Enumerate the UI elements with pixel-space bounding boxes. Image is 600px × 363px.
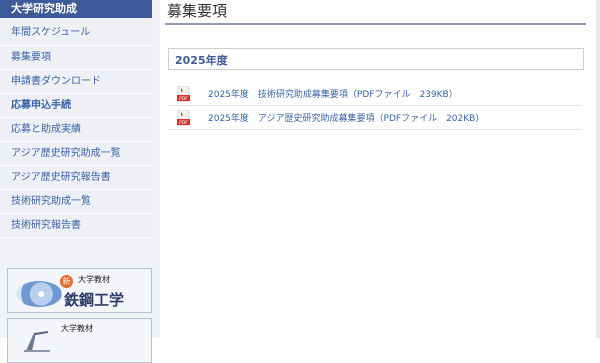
sidebar: 大学研究助成 年間スケジュール 募集要項 申請書ダウンロード 応募申込手続 応募… [0,0,160,363]
document-list: PDF 2025年度 技術研究助成募集要項（PDFファイル 239KB） PDF… [168,82,581,130]
svg-text:PDF: PDF [179,96,188,102]
main-content: 募集要項 2025年度 PDF 2025年度 技術研究助成募集要項（PDFファイ… [165,0,600,338]
sidebar-item-download[interactable]: 申請書ダウンロード [0,70,152,94]
sidebar-item-tech-reports[interactable]: 技術研究報告書 [0,214,152,238]
banner-textbook[interactable]: 大学教材 [7,318,152,363]
sidebar-title: 大学研究助成 [0,0,152,18]
banner-title: 鉄鋼工学 [64,291,125,309]
sidebar-item-asia-list[interactable]: アジア歴史研究助成一覧 [0,142,152,166]
new-badge: 新 [60,275,73,288]
year-section-header: 2025年度 [168,48,584,70]
sidebar-item-tech-list[interactable]: 技術研究助成一覧 [0,190,152,214]
year-label: 2025年度 [175,54,228,67]
sidebar-item-schedule[interactable]: 年間スケジュール [0,20,152,46]
sidebar-item-guidelines[interactable]: 募集要項 [0,46,152,70]
title-divider [165,23,586,25]
sidebar-item-application[interactable]: 応募申込手続 [0,94,152,118]
banner-subtitle: 大学教材 [78,275,110,284]
tower-icon [24,331,50,352]
disc-graphic-icon [16,281,62,307]
pdf-icon[interactable]: PDF [177,86,190,102]
svg-text:PDF: PDF [179,120,188,126]
pdf-icon[interactable]: PDF [177,110,190,126]
list-item: PDF 2025年度 アジア歴史研究助成募集要項（PDFファイル 202KB） [168,106,581,130]
banner-subtitle: 大学教材 [61,324,93,333]
pdf-link-tech-guidelines[interactable]: 2025年度 技術研究助成募集要項（PDFファイル 239KB） [208,87,458,100]
page-title: 募集要項 [167,2,228,20]
banner-steel-engineering[interactable]: 新 大学教材 鉄鋼工学 [7,268,152,313]
sidebar-item-results[interactable]: 応募と助成実績 [0,118,152,142]
scrollbar[interactable] [596,0,600,338]
sidebar-menu: 年間スケジュール 募集要項 申請書ダウンロード 応募申込手続 応募と助成実績 ア… [0,20,152,238]
list-item: PDF 2025年度 技術研究助成募集要項（PDFファイル 239KB） [168,82,581,106]
pdf-link-asia-guidelines[interactable]: 2025年度 アジア歴史研究助成募集要項（PDFファイル 202KB） [208,111,484,124]
sidebar-item-asia-reports[interactable]: アジア歴史研究報告書 [0,166,152,190]
